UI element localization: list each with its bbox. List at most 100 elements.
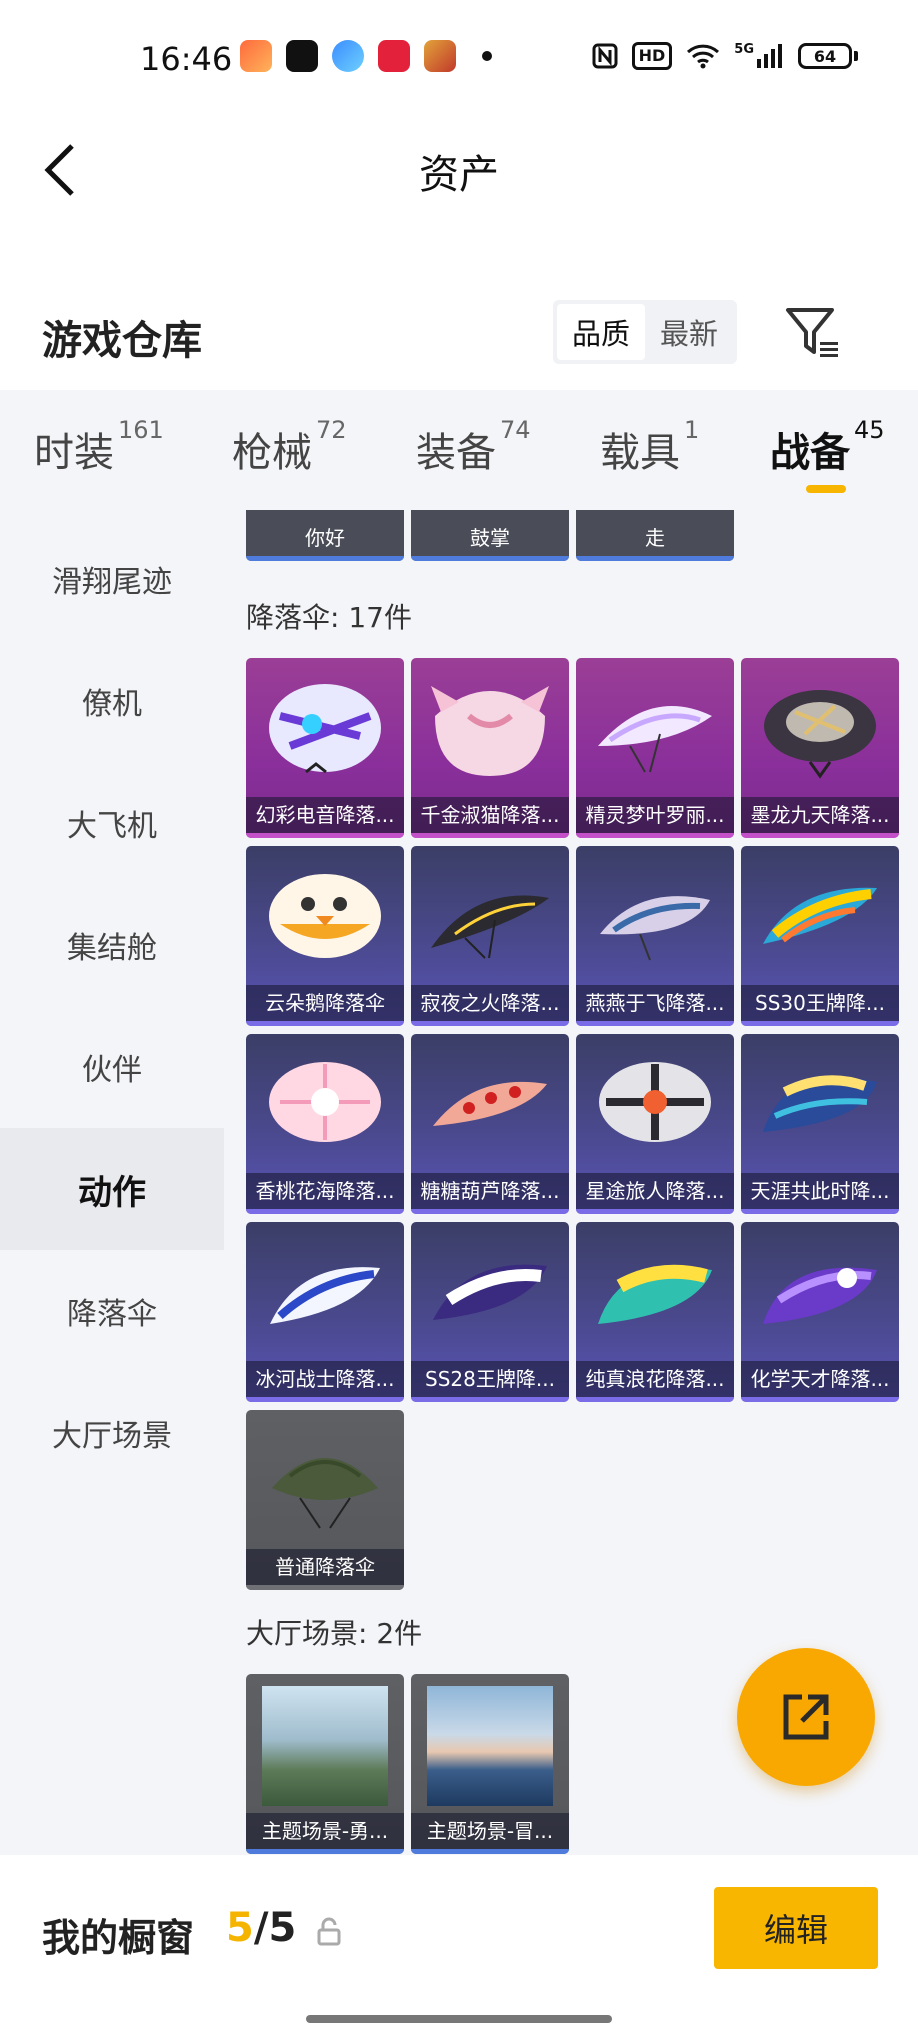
tab-label: 装备 bbox=[416, 430, 496, 476]
sidebar-item-wingman[interactable]: 僚机 bbox=[0, 640, 224, 762]
showcase-title: 我的橱窗 bbox=[42, 1916, 195, 1960]
lock-icon bbox=[317, 1917, 341, 1946]
parachute-tile[interactable]: SS28王牌降... bbox=[411, 1222, 569, 1402]
emote-tile[interactable]: 你好 bbox=[246, 510, 404, 561]
tab-label: 时装 bbox=[34, 430, 114, 476]
emote-tile[interactable]: 走 bbox=[576, 510, 734, 561]
filter-button[interactable] bbox=[780, 300, 844, 364]
tiktok-icon bbox=[286, 40, 318, 72]
signal-icon bbox=[757, 44, 782, 68]
parachute-tile[interactable]: 幻彩电音降落... bbox=[246, 658, 404, 838]
tab-combat-prep[interactable]: 战备 45 bbox=[770, 416, 885, 478]
tab-label: 载具 bbox=[600, 430, 680, 476]
parachute-tile[interactable]: 纯真浪花降落... bbox=[576, 1222, 734, 1402]
promo-app-icon bbox=[424, 40, 456, 72]
status-time: 16:46 bbox=[140, 40, 233, 78]
filter-icon bbox=[786, 308, 838, 357]
parachute-icon bbox=[764, 690, 876, 779]
emote-name: 你好 bbox=[305, 526, 345, 550]
parachute-icon bbox=[763, 1267, 877, 1324]
scene-name: 主题场景-冒... bbox=[411, 1813, 569, 1849]
parachute-tile[interactable]: 云朵鹅降落伞 bbox=[246, 846, 404, 1026]
parachute-name: 墨龙九天降落... bbox=[741, 797, 899, 833]
tab-count: 161 bbox=[118, 416, 164, 444]
parachute-tile[interactable]: 燕燕于飞降落... bbox=[576, 846, 734, 1026]
parachute-icon bbox=[433, 1264, 547, 1320]
lobby-scene-tile[interactable]: 主题场景-勇... bbox=[246, 1674, 404, 1854]
parachute-tile[interactable]: 星途旅人降落... bbox=[576, 1034, 734, 1214]
parachute-name: 精灵梦叶罗丽... bbox=[576, 797, 734, 833]
category-tabs: 时装 161 枪械 72 装备 74 载具 1 战备 45 bbox=[0, 390, 918, 510]
parachute-tile[interactable]: SS30王牌降... bbox=[741, 846, 899, 1026]
share-icon bbox=[783, 1694, 829, 1740]
emote-name: 鼓掌 bbox=[470, 526, 510, 550]
parachute-tile[interactable]: 化学天才降落... bbox=[741, 1222, 899, 1402]
sidebar-item-emote[interactable]: 动作 bbox=[0, 1128, 224, 1250]
parachute-tile[interactable]: 寂夜之火降落... bbox=[411, 846, 569, 1026]
parachute-name: 云朵鹅降落伞 bbox=[246, 985, 404, 1021]
parachute-tile[interactable]: 冰河战士降落... bbox=[246, 1222, 404, 1402]
edit-button[interactable]: 编辑 bbox=[714, 1887, 878, 1969]
parachute-tile[interactable]: 千金淑猫降落... bbox=[411, 658, 569, 838]
share-button[interactable] bbox=[737, 1648, 875, 1786]
sidebar-item-pod[interactable]: 集结舱 bbox=[0, 884, 224, 1006]
parachute-name: 寂夜之火降落... bbox=[411, 985, 569, 1021]
hd-badge: HD bbox=[631, 42, 673, 70]
sort-quality-option[interactable]: 品质 bbox=[557, 304, 645, 360]
parachute-icon bbox=[431, 895, 549, 959]
scene-name: 主题场景-勇... bbox=[246, 1813, 404, 1849]
tab-label: 枪械 bbox=[232, 430, 312, 476]
parachute-icon bbox=[269, 874, 381, 958]
parachute-tile[interactable]: 糖糖葫芦降落... bbox=[411, 1034, 569, 1214]
status-indicators: HD 5G 64 bbox=[592, 42, 858, 70]
subcategory-sidebar: 滑翔尾迹 僚机 大飞机 集结舱 伙伴 动作 降落伞 大厅场景 bbox=[0, 510, 224, 1855]
tab-guns[interactable]: 枪械 72 bbox=[232, 416, 347, 478]
tab-equipment[interactable]: 装备 74 bbox=[416, 416, 531, 478]
status-bar: 16:46 HD 5G 64 bbox=[0, 0, 918, 120]
parachute-tile[interactable]: 香桃花海降落... bbox=[246, 1034, 404, 1214]
parachute-name: 化学天才降落... bbox=[741, 1361, 899, 1397]
top-header: 资产 bbox=[0, 120, 918, 220]
parachute-icon bbox=[598, 706, 712, 773]
parachute-icon bbox=[600, 896, 710, 961]
parachute-icon bbox=[433, 1081, 547, 1126]
music-icon bbox=[378, 40, 410, 72]
sort-toggle: 品质 最新 bbox=[553, 300, 737, 364]
sidebar-item-parachute[interactable]: 降落伞 bbox=[0, 1250, 224, 1372]
sidebar-item-airplane[interactable]: 大飞机 bbox=[0, 762, 224, 884]
parachute-tile[interactable]: 天涯共此时降... bbox=[741, 1034, 899, 1214]
lobby-scene-tile[interactable]: 主题场景-冒... bbox=[411, 1674, 569, 1854]
parachute-icon bbox=[598, 1264, 712, 1324]
sidebar-item-lobby-scene[interactable]: 大厅场景 bbox=[0, 1372, 224, 1494]
parachute-name: 普通降落伞 bbox=[246, 1549, 404, 1585]
parachute-icon bbox=[272, 1458, 378, 1529]
tab-fashion[interactable]: 时装 161 bbox=[34, 416, 164, 478]
browser-icon bbox=[332, 40, 364, 72]
emote-tile[interactable]: 鼓掌 bbox=[411, 510, 569, 561]
parachute-icon bbox=[270, 1267, 380, 1324]
sidebar-item-partner[interactable]: 伙伴 bbox=[0, 1006, 224, 1128]
tab-vehicles[interactable]: 载具 1 bbox=[600, 416, 699, 478]
sort-newest-option[interactable]: 最新 bbox=[645, 304, 733, 360]
showcase-bar: 我的橱窗 5/5 编辑 bbox=[0, 1855, 918, 2040]
parachute-tile[interactable]: 墨龙九天降落... bbox=[741, 658, 899, 838]
tab-count: 1 bbox=[684, 416, 700, 444]
battery-icon: 64 bbox=[798, 43, 858, 69]
parachute-name: 燕燕于飞降落... bbox=[576, 985, 734, 1021]
parachute-name: 天涯共此时降... bbox=[741, 1173, 899, 1209]
parachute-group-title: 降落伞: 17件 bbox=[246, 601, 412, 634]
tab-count: 45 bbox=[854, 416, 885, 444]
tab-count: 72 bbox=[316, 416, 347, 444]
parachute-icon bbox=[431, 686, 549, 776]
network-type: 5G bbox=[734, 42, 754, 57]
sidebar-item-glide-trail[interactable]: 滑翔尾迹 bbox=[0, 518, 224, 640]
parachute-icon bbox=[269, 684, 381, 774]
parachute-icon bbox=[269, 1062, 381, 1142]
tab-label: 战备 bbox=[770, 430, 850, 476]
parachute-tile[interactable]: 精灵梦叶罗丽... bbox=[576, 658, 734, 838]
parachute-name: 香桃花海降落... bbox=[246, 1173, 404, 1209]
home-indicator[interactable] bbox=[306, 2015, 612, 2023]
parachute-tile[interactable]: 普通降落伞 bbox=[246, 1410, 404, 1590]
wifi-icon bbox=[687, 44, 720, 69]
parachute-name: 冰河战士降落... bbox=[246, 1361, 404, 1397]
